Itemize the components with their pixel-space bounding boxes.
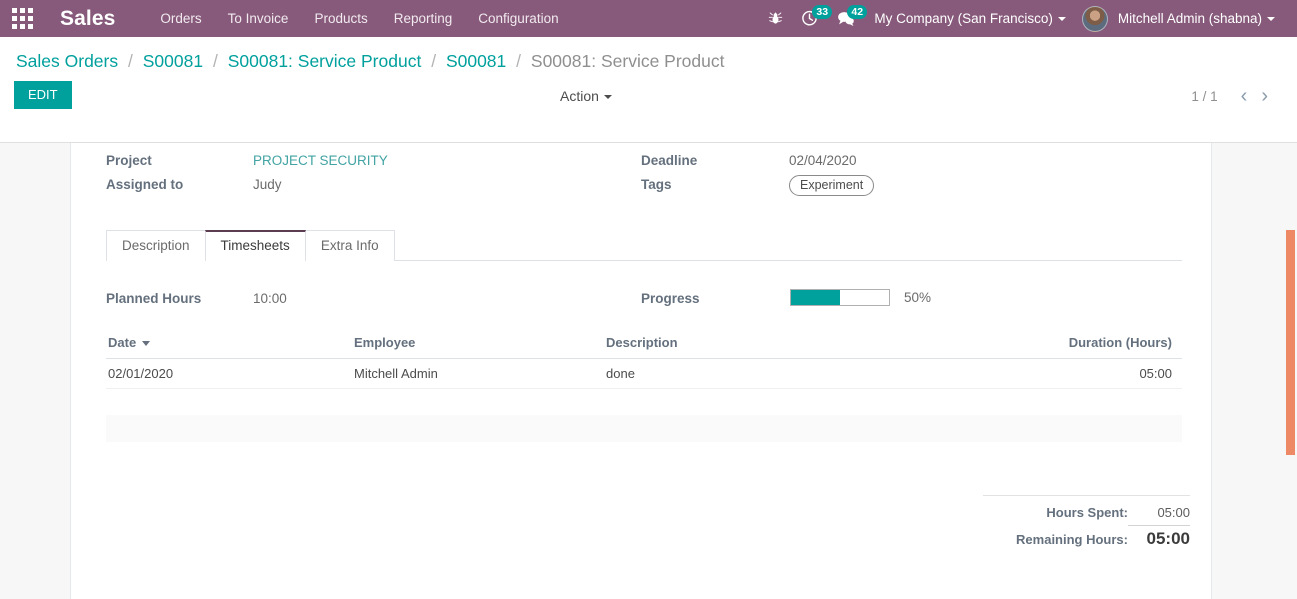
project-label: Project xyxy=(106,153,152,168)
avatar xyxy=(1081,5,1108,32)
menu-item-configuration[interactable]: Configuration xyxy=(465,0,571,37)
form-body: Project PROJECT SECURITY Assigned to Jud… xyxy=(0,143,1297,599)
remaining-hours-row: Remaining Hours: 05:00 xyxy=(983,525,1190,549)
cell-date: 02/01/2020 xyxy=(106,358,352,389)
pager-next-button[interactable]: › xyxy=(1254,86,1275,106)
project-value-link[interactable]: PROJECT SECURITY xyxy=(253,153,388,168)
control-panel: Sales Orders / S00081 / S00081: Service … xyxy=(0,37,1297,143)
user-name: Mitchell Admin (shabna) xyxy=(1108,0,1285,37)
sort-desc-caret-icon xyxy=(142,341,151,347)
breadcrumb-separator: / xyxy=(212,51,218,71)
notebook-tabs: Description Timesheets Extra Info xyxy=(106,229,1182,261)
tab-extra-info[interactable]: Extra Info xyxy=(304,230,395,261)
tags-label: Tags xyxy=(641,177,672,192)
timesheet-list: Date Employee Description Duration (Hour… xyxy=(106,331,1182,389)
pager-count: 1 / 1 xyxy=(1191,88,1218,104)
breadcrumb-item-current: S00081: Service Product xyxy=(530,51,725,71)
list-empty-row-band xyxy=(106,415,1182,442)
hours-spent-row: Hours Spent: 05:00 xyxy=(983,505,1190,520)
column-header-duration[interactable]: Duration (Hours) xyxy=(1002,331,1182,359)
breadcrumb-separator: / xyxy=(516,51,522,71)
planned-hours-value: 10:00 xyxy=(253,291,287,306)
table-header-row: Date Employee Description Duration (Hour… xyxy=(106,331,1182,359)
planned-hours-label: Planned Hours xyxy=(106,291,202,306)
edit-button[interactable]: EDIT xyxy=(14,81,72,109)
activities-button[interactable]: 33 xyxy=(792,0,833,37)
cell-description: done xyxy=(604,358,1002,389)
chevron-down-icon xyxy=(1057,17,1066,22)
tab-timesheets[interactable]: Timesheets xyxy=(204,230,306,261)
breadcrumb-separator: / xyxy=(431,51,437,71)
menu-item-products[interactable]: Products xyxy=(301,0,380,37)
cell-duration: 05:00 xyxy=(1002,358,1182,389)
chevron-down-icon xyxy=(603,95,612,100)
totals-block: Hours Spent: 05:00 Remaining Hours: 05:0… xyxy=(983,495,1190,554)
assigned-to-label: Assigned to xyxy=(106,177,184,192)
main-menu: Orders To Invoice Products Reporting Con… xyxy=(147,0,571,37)
progress-label: Progress xyxy=(641,291,700,306)
breadcrumb-item-s00081-service-product[interactable]: S00081: Service Product xyxy=(228,51,422,71)
menu-item-orders[interactable]: Orders xyxy=(147,0,214,37)
cell-employee: Mitchell Admin xyxy=(352,358,604,389)
totals-divider xyxy=(983,495,1190,496)
app-brand-sales[interactable]: Sales xyxy=(60,7,115,31)
pager: 1 / 1 ‹ › xyxy=(1191,86,1275,106)
control-panel-buttons: EDIT Action 1 / 1 ‹ › xyxy=(0,75,1297,121)
hours-spent-label: Hours Spent: xyxy=(1046,505,1128,520)
deadline-label: Deadline xyxy=(641,153,698,168)
breadcrumb-item-sales-orders[interactable]: Sales Orders xyxy=(16,51,118,71)
progress-bar xyxy=(790,289,890,306)
debug-bug-button[interactable] xyxy=(759,0,792,37)
column-header-date[interactable]: Date xyxy=(106,331,352,359)
breadcrumb-separator: / xyxy=(128,51,133,71)
apps-grid-icon xyxy=(11,8,33,29)
progress-percent-text: 50% xyxy=(904,290,932,305)
top-navbar: Sales Orders To Invoice Products Reporti… xyxy=(0,0,1297,37)
scrollbar-thumb[interactable] xyxy=(1286,230,1295,455)
table-row[interactable]: 02/01/2020 Mitchell Admin done 05:00 xyxy=(106,358,1182,389)
remaining-hours-label: Remaining Hours: xyxy=(1016,532,1128,547)
company-name: My Company (San Francisco) xyxy=(874,11,1053,26)
menu-item-reporting[interactable]: Reporting xyxy=(381,0,466,37)
remaining-hours-value: 05:00 xyxy=(1128,525,1190,549)
progress-bar-fill xyxy=(791,290,840,305)
action-dropdown[interactable]: Action xyxy=(560,88,612,104)
breadcrumb: Sales Orders / S00081 / S00081: Service … xyxy=(0,37,1297,75)
apps-menu-button[interactable] xyxy=(0,0,44,37)
messages-button[interactable]: 42 xyxy=(827,0,868,37)
company-switcher[interactable]: My Company (San Francisco) xyxy=(864,0,1076,37)
messages-count-badge: 42 xyxy=(847,5,868,19)
breadcrumb-item-s00081-2[interactable]: S00081 xyxy=(446,51,506,71)
pager-previous-button[interactable]: ‹ xyxy=(1234,86,1255,106)
column-header-employee[interactable]: Employee xyxy=(352,331,604,359)
vertical-scrollbar[interactable] xyxy=(1282,143,1297,599)
column-header-description[interactable]: Description xyxy=(604,331,1002,359)
menu-item-to-invoice[interactable]: To Invoice xyxy=(215,0,302,37)
chevron-down-icon xyxy=(1267,17,1275,22)
action-label: Action xyxy=(560,88,599,104)
assigned-to-value: Judy xyxy=(253,177,282,192)
tag-experiment[interactable]: Experiment xyxy=(789,175,875,196)
bug-icon xyxy=(769,12,783,24)
tab-description[interactable]: Description xyxy=(106,230,206,261)
breadcrumb-item-s00081[interactable]: S00081 xyxy=(143,51,203,71)
progress-widget: 50% xyxy=(790,289,931,306)
hours-spent-value: 05:00 xyxy=(1157,505,1190,520)
deadline-value: 02/04/2020 xyxy=(789,153,857,168)
navbar-right-tools: 33 42 My Company (San Francisco) Mitchel… xyxy=(759,0,1297,37)
user-menu[interactable]: Mitchell Admin (shabna) xyxy=(1076,0,1285,37)
